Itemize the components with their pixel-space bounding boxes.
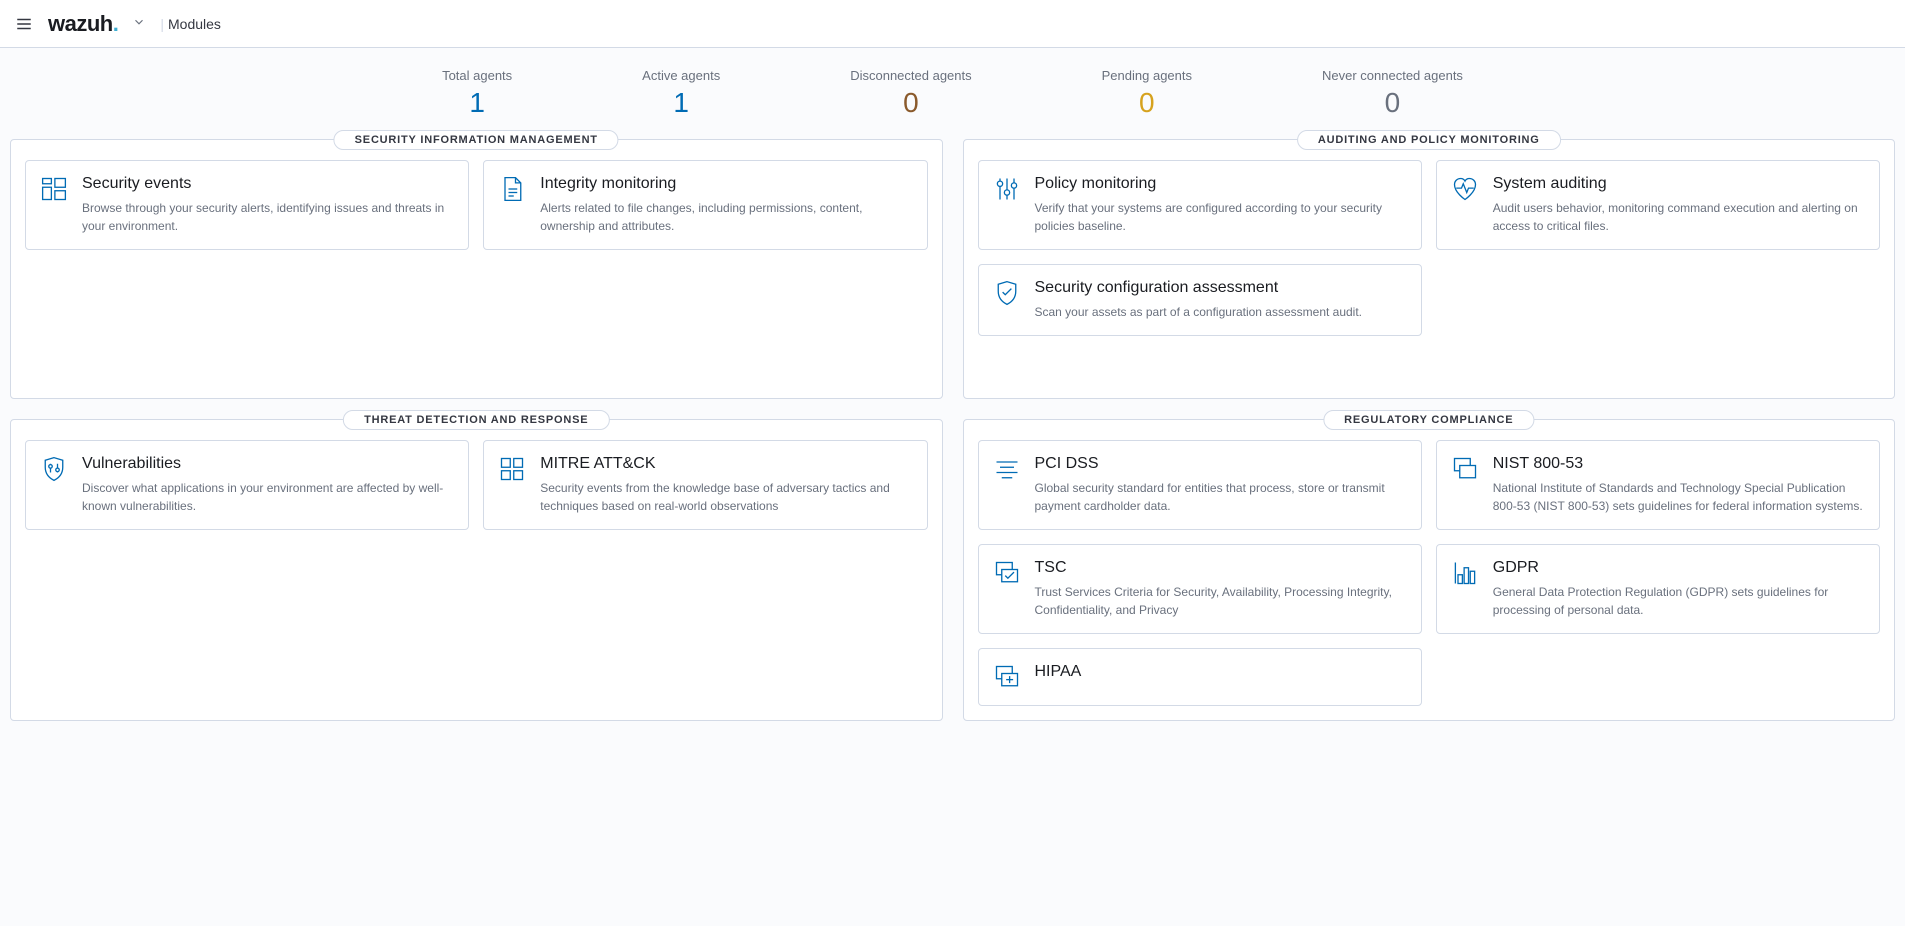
card-body: Integrity monitoring Alerts related to f… [540, 175, 912, 235]
card-security-configuration-assessment[interactable]: Security configuration assessment Scan y… [978, 264, 1422, 336]
card-tsc[interactable]: TSC Trust Services Criteria for Security… [978, 544, 1422, 634]
card-title: System auditing [1493, 175, 1865, 193]
card-title: Security configuration assessment [1035, 279, 1407, 297]
card-title: PCI DSS [1035, 455, 1407, 473]
file-icon [498, 175, 526, 203]
section-auditing-policy-monitoring: AUDITING AND POLICY MONITORING [963, 139, 1896, 399]
stat-label: Never connected agents [1322, 68, 1463, 83]
breadcrumb-separator: | [160, 16, 164, 32]
heartbeat-icon [1451, 175, 1479, 203]
menu-button[interactable] [8, 8, 40, 40]
section-security-information-management: SECURITY INFORMATION MANAGEMENT Security… [10, 139, 943, 399]
section-title: REGULATORY COMPLIANCE [1323, 410, 1534, 430]
card-body: PCI DSS Global security standard for ent… [1035, 455, 1407, 515]
cards-grid: Vulnerabilities Discover what applicatio… [25, 440, 928, 530]
stat-value: 0 [1322, 87, 1463, 119]
card-pci-dss[interactable]: PCI DSS Global security standard for ent… [978, 440, 1422, 530]
card-hipaa[interactable]: HIPAA [978, 648, 1422, 706]
stat-total-agents[interactable]: Total agents 1 [442, 68, 512, 119]
card-body: NIST 800-53 National Institute of Standa… [1493, 455, 1865, 515]
section-title: SECURITY INFORMATION MANAGEMENT [334, 130, 619, 150]
card-body: System auditing Audit users behavior, mo… [1493, 175, 1865, 235]
card-policy-monitoring[interactable]: Policy monitoring Verify that your syste… [978, 160, 1422, 250]
section-regulatory-compliance: REGULATORY COMPLIANCE PCI DSS Global sec… [963, 419, 1896, 721]
card-body: Security configuration assessment Scan y… [1035, 279, 1407, 321]
card-title: Integrity monitoring [540, 175, 912, 193]
section-title: THREAT DETECTION AND RESPONSE [343, 410, 609, 430]
stat-value: 1 [442, 87, 512, 119]
breadcrumb: Modules [168, 16, 221, 32]
card-system-auditing[interactable]: System auditing Audit users behavior, mo… [1436, 160, 1880, 250]
card-desc: General Data Protection Regulation (GDPR… [1493, 583, 1865, 619]
window-icon [1451, 455, 1479, 483]
card-mitre-attack[interactable]: MITRE ATT&CK Security events from the kn… [483, 440, 927, 530]
card-desc: Browse through your security alerts, ide… [82, 199, 454, 235]
dashboard-icon [40, 175, 68, 203]
card-gdpr[interactable]: GDPR General Data Protection Regulation … [1436, 544, 1880, 634]
card-body: HIPAA [1035, 663, 1407, 691]
card-body: MITRE ATT&CK Security events from the kn… [540, 455, 912, 515]
stat-label: Disconnected agents [850, 68, 971, 83]
card-integrity-monitoring[interactable]: Integrity monitoring Alerts related to f… [483, 160, 927, 250]
content: SECURITY INFORMATION MANAGEMENT Security… [0, 129, 1905, 751]
grid-icon [498, 455, 526, 483]
window-plus-icon [993, 663, 1021, 691]
card-body: Security events Browse through your secu… [82, 175, 454, 235]
section-title: AUDITING AND POLICY MONITORING [1297, 130, 1561, 150]
stat-label: Active agents [642, 68, 720, 83]
card-desc: Discover what applications in your envir… [82, 479, 454, 515]
card-vulnerabilities[interactable]: Vulnerabilities Discover what applicatio… [25, 440, 469, 530]
card-title: NIST 800-53 [1493, 455, 1865, 473]
card-desc: Global security standard for entities th… [1035, 479, 1407, 515]
card-desc: National Institute of Standards and Tech… [1493, 479, 1865, 515]
cards-grid: Security events Browse through your secu… [25, 160, 928, 250]
card-desc: Security events from the knowledge base … [540, 479, 912, 515]
app-switcher-dropdown[interactable] [132, 15, 146, 32]
logo[interactable]: wazuh. [48, 11, 118, 37]
stat-never-connected-agents[interactable]: Never connected agents 0 [1322, 68, 1463, 119]
card-title: Security events [82, 175, 454, 193]
card-title: HIPAA [1035, 663, 1407, 681]
card-desc: Alerts related to file changes, includin… [540, 199, 912, 235]
stat-active-agents[interactable]: Active agents 1 [642, 68, 720, 119]
card-title: TSC [1035, 559, 1407, 577]
card-title: Vulnerabilities [82, 455, 454, 473]
window-check-icon [993, 559, 1021, 587]
shield-check-icon [993, 279, 1021, 307]
card-title: GDPR [1493, 559, 1865, 577]
stat-label: Total agents [442, 68, 512, 83]
card-security-events[interactable]: Security events Browse through your secu… [25, 160, 469, 250]
card-desc: Trust Services Criteria for Security, Av… [1035, 583, 1407, 619]
card-desc: Scan your assets as part of a configurat… [1035, 303, 1407, 321]
stat-value: 0 [1102, 87, 1192, 119]
card-nist-800-53[interactable]: NIST 800-53 National Institute of Standa… [1436, 440, 1880, 530]
card-title: Policy monitoring [1035, 175, 1407, 193]
card-body: GDPR General Data Protection Regulation … [1493, 559, 1865, 619]
header: wazuh. | Modules [0, 0, 1905, 48]
stat-value: 0 [850, 87, 971, 119]
stat-disconnected-agents[interactable]: Disconnected agents 0 [850, 68, 971, 119]
card-body: Vulnerabilities Discover what applicatio… [82, 455, 454, 515]
card-desc: Audit users behavior, monitoring command… [1493, 199, 1865, 235]
card-body: TSC Trust Services Criteria for Security… [1035, 559, 1407, 619]
sections-row-1: SECURITY INFORMATION MANAGEMENT Security… [10, 139, 1895, 399]
hamburger-icon [15, 15, 33, 33]
sections-row-2: THREAT DETECTION AND RESPONSE Vulnerab [10, 419, 1895, 721]
lines-icon [993, 455, 1021, 483]
cards-grid: Policy monitoring Verify that your syste… [978, 160, 1881, 336]
stat-pending-agents[interactable]: Pending agents 0 [1102, 68, 1192, 119]
stat-value: 1 [642, 87, 720, 119]
section-threat-detection-response: THREAT DETECTION AND RESPONSE Vulnerab [10, 419, 943, 721]
bars-icon [1451, 559, 1479, 587]
cards-grid: PCI DSS Global security standard for ent… [978, 440, 1881, 706]
stat-label: Pending agents [1102, 68, 1192, 83]
card-desc: Verify that your systems are configured … [1035, 199, 1407, 235]
sliders-icon [993, 175, 1021, 203]
card-title: MITRE ATT&CK [540, 455, 912, 473]
card-body: Policy monitoring Verify that your syste… [1035, 175, 1407, 235]
chevron-down-icon [132, 15, 146, 29]
agent-stats-row: Total agents 1 Active agents 1 Disconnec… [0, 48, 1905, 129]
shield-sliders-icon [40, 455, 68, 483]
